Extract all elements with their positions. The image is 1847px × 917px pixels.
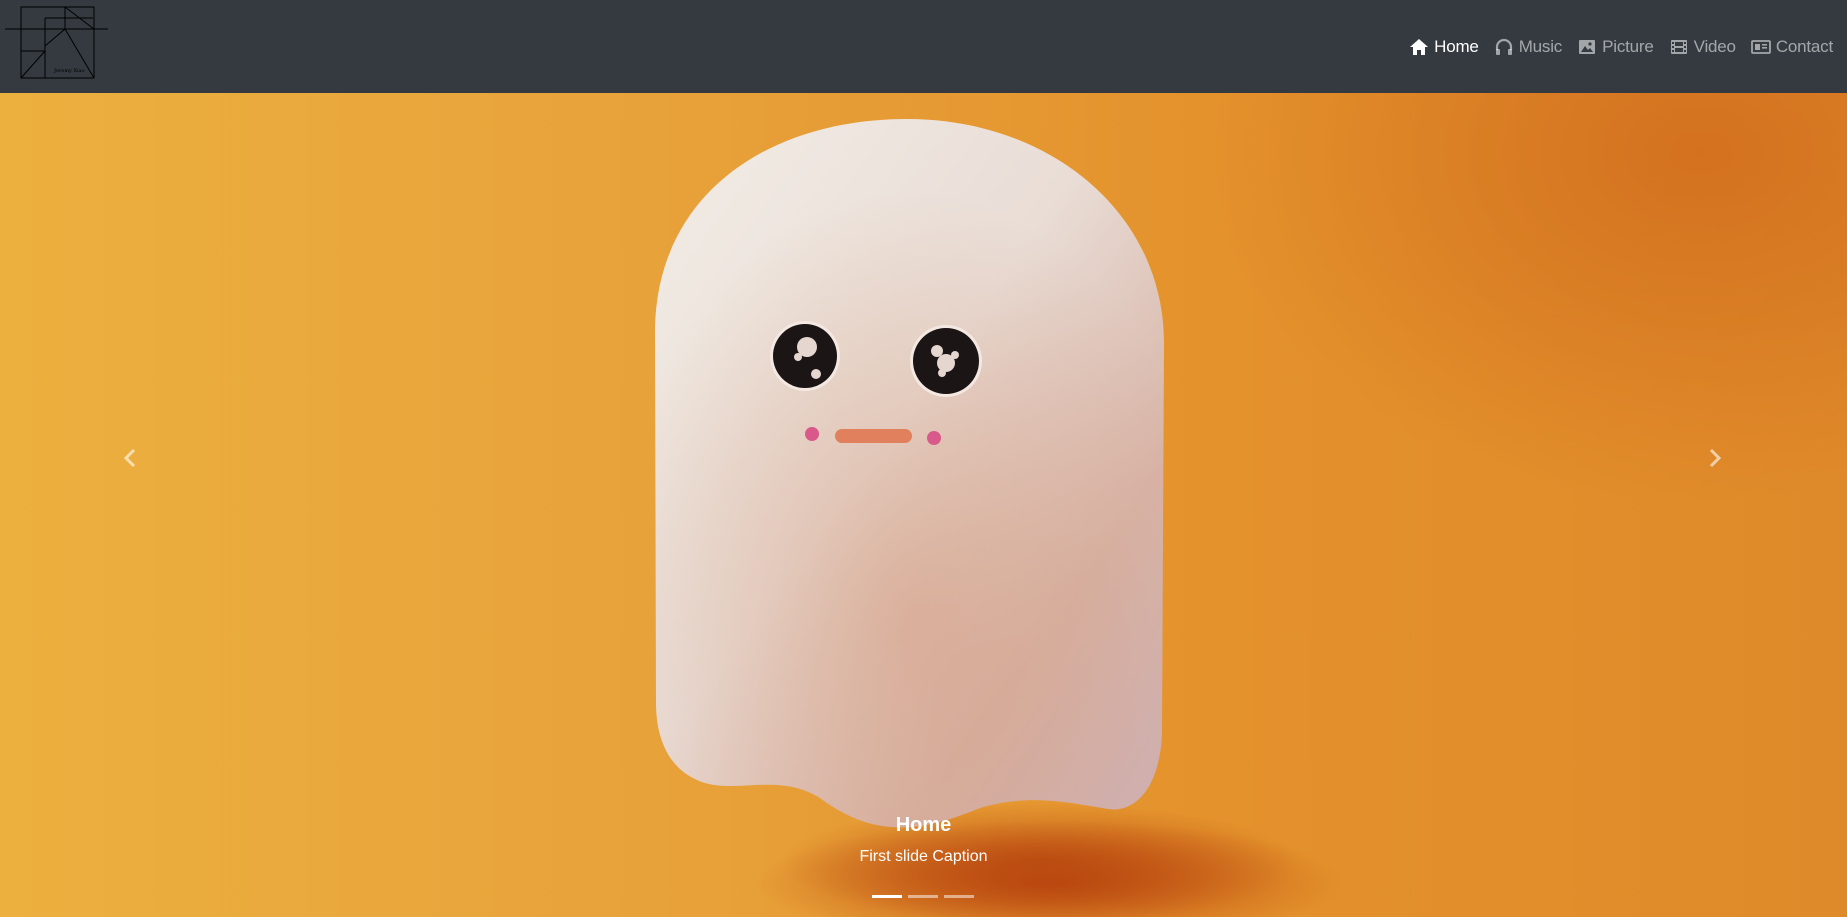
logo-text: Jeremy Xiao <box>53 68 85 74</box>
nav-link-label: Music <box>1518 36 1563 56</box>
nav-link-label: Video <box>1693 36 1736 56</box>
nav-link-picture[interactable]: Picture <box>1577 37 1654 57</box>
carousel-indicator-3[interactable] <box>944 895 974 898</box>
chevron-left-icon <box>123 448 136 468</box>
ghost-illustration <box>655 119 1300 917</box>
nav-link-contact[interactable]: Contact <box>1750 36 1833 57</box>
carousel-indicator-1[interactable] <box>872 895 902 898</box>
nav-link-label: Picture <box>1602 36 1654 56</box>
image-icon <box>1577 38 1597 56</box>
carousel-indicators <box>872 895 974 898</box>
carousel-prev-button[interactable] <box>110 438 150 478</box>
chevron-right-icon <box>1709 448 1722 468</box>
carousel-indicator-2[interactable] <box>908 895 938 898</box>
home-icon <box>1409 38 1429 56</box>
nav-links: Home Music Picture Video Contact <box>1394 0 1833 93</box>
nav-link-music[interactable]: Music <box>1494 37 1562 57</box>
carousel-next-button[interactable] <box>1695 438 1735 478</box>
carousel-caption-text: First slide Caption <box>859 848 988 865</box>
contact-card-icon <box>1750 38 1771 56</box>
nav-link-label: Home <box>1434 36 1479 56</box>
nav-link-video[interactable]: Video <box>1669 37 1736 57</box>
film-icon <box>1669 38 1689 56</box>
site-logo[interactable]: Jeremy Xiao <box>5 6 108 82</box>
hero-carousel: Home First slide Caption <box>0 93 1847 917</box>
headphones-icon <box>1494 38 1514 56</box>
carousel-caption-title: Home <box>895 814 952 836</box>
nav-link-label: Contact <box>1775 36 1833 56</box>
nav-link-home[interactable]: Home <box>1409 37 1479 57</box>
navbar: Jeremy Xiao Home Music Picture Video Con… <box>0 0 1847 93</box>
